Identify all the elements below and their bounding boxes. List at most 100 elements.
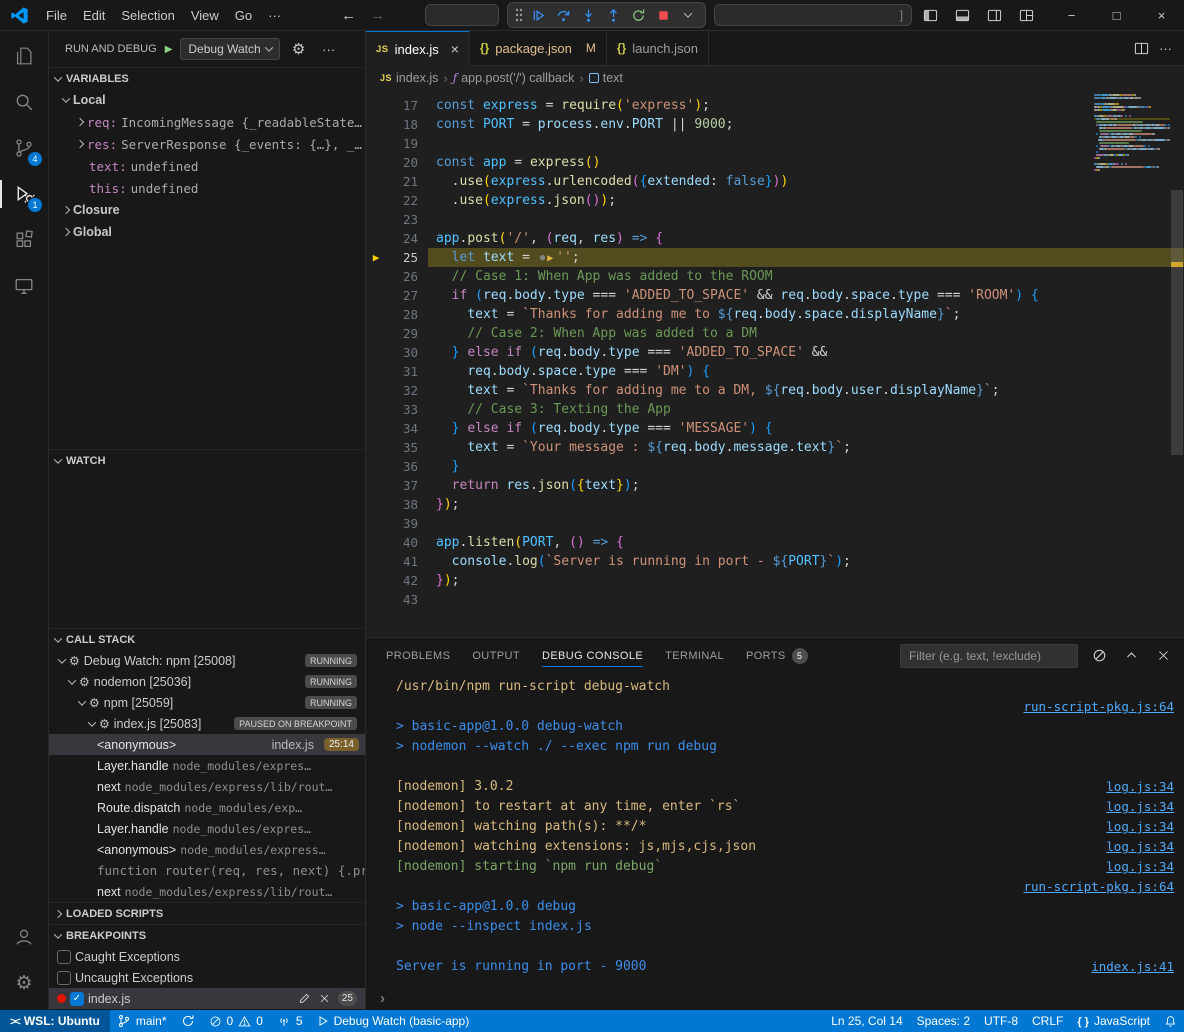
call-stack-frame-row[interactable]: nextnode_modules/express/lib/rout… bbox=[49, 776, 365, 797]
sidebar-item-remote-explorer[interactable] bbox=[0, 263, 48, 309]
statusbar-item-javascript[interactable]: { }JavaScript bbox=[1070, 1010, 1157, 1032]
line-gutter[interactable]: 43 bbox=[366, 590, 428, 609]
line-gutter[interactable]: 26 bbox=[366, 267, 428, 286]
breakpoint-checkbox[interactable]: ✓ bbox=[70, 992, 84, 1006]
scope-row[interactable]: Local bbox=[49, 89, 365, 111]
line-number[interactable]: 33 bbox=[386, 400, 418, 419]
sidebar-item-search[interactable] bbox=[0, 79, 48, 125]
line-number[interactable]: 22 bbox=[386, 191, 418, 210]
statusbar-item-sync[interactable] bbox=[174, 1010, 202, 1032]
statusbar-item-ln-25-col-14[interactable]: Ln 25, Col 14 bbox=[824, 1010, 909, 1032]
line-number[interactable]: 25 bbox=[386, 248, 418, 267]
line-number[interactable]: 35 bbox=[386, 438, 418, 457]
line-gutter[interactable]: 22 bbox=[366, 191, 428, 210]
clear-console-icon[interactable] bbox=[1088, 645, 1110, 667]
line-gutter[interactable]: 41 bbox=[366, 552, 428, 571]
call-stack-session-row[interactable]: ⚙npm [25059]RUNNING bbox=[49, 692, 365, 713]
call-stack-frame-row[interactable]: <anonymous>index.js25:14 bbox=[49, 734, 365, 755]
line-gutter[interactable]: 28 bbox=[366, 305, 428, 324]
current-line-arrow-icon[interactable]: ▶ bbox=[366, 248, 386, 267]
launch-config-dropdown[interactable]: Debug Watch bbox=[180, 38, 279, 60]
minimize-button[interactable]: − bbox=[1049, 0, 1094, 30]
line-number[interactable]: 28 bbox=[386, 305, 418, 324]
debug-settings-gear-icon[interactable]: ⚙ bbox=[288, 38, 310, 60]
line-number[interactable]: 20 bbox=[386, 153, 418, 172]
line-number[interactable]: 39 bbox=[386, 514, 418, 533]
line-gutter[interactable]: 36 bbox=[366, 457, 428, 476]
statusbar-item-debug-watch-basic-app-[interactable]: Debug Watch (basic-app) bbox=[310, 1010, 477, 1032]
line-number[interactable]: 40 bbox=[386, 533, 418, 552]
debug-continue-button[interactable] bbox=[526, 4, 550, 26]
line-gutter[interactable]: 20 bbox=[366, 153, 428, 172]
breakpoint-checkbox[interactable] bbox=[57, 971, 71, 985]
call-stack-frame-row[interactable]: nextnode_modules/express/lib/rout… bbox=[49, 881, 365, 902]
console-source-link[interactable]: log.js:34 bbox=[1106, 797, 1174, 817]
maximize-button[interactable]: □ bbox=[1094, 0, 1139, 30]
console-source-link[interactable]: run-script-pkg.js:64 bbox=[1023, 877, 1174, 897]
line-number[interactable]: 42 bbox=[386, 571, 418, 590]
line-number[interactable]: 34 bbox=[386, 419, 418, 438]
breadcrumb-item[interactable]: text bbox=[589, 71, 623, 85]
line-gutter[interactable]: 38 bbox=[366, 495, 428, 514]
toggle-panel-icon[interactable] bbox=[949, 3, 975, 27]
sidebar-item-explorer[interactable] bbox=[0, 33, 48, 79]
statusbar-item-item[interactable]: 00 bbox=[202, 1010, 270, 1032]
minimap[interactable] bbox=[1094, 94, 1170, 175]
line-gutter[interactable]: ▶25 bbox=[366, 248, 428, 267]
debug-toolbar-chevron-icon[interactable] bbox=[676, 4, 700, 26]
line-gutter[interactable]: 37 bbox=[366, 476, 428, 495]
line-number[interactable]: 18 bbox=[386, 115, 418, 134]
debug-restart-button[interactable] bbox=[626, 4, 650, 26]
menu-item-file[interactable]: File bbox=[38, 5, 75, 26]
line-gutter[interactable]: 32 bbox=[366, 381, 428, 400]
close-tab-icon[interactable]: × bbox=[451, 41, 459, 57]
line-number[interactable]: 19 bbox=[386, 134, 418, 153]
panel-tab-debug-console[interactable]: DEBUG CONSOLE bbox=[542, 638, 643, 673]
breadcrumb-item[interactable]: ƒapp.post('/') callback bbox=[453, 71, 575, 85]
start-debug-icon[interactable]: ▶ bbox=[165, 44, 173, 55]
scope-row[interactable]: Closure bbox=[49, 199, 365, 221]
line-gutter[interactable]: 30 bbox=[366, 343, 428, 362]
variable-row[interactable]: text:undefined bbox=[49, 155, 365, 177]
call-stack-session-row[interactable]: ⚙nodemon [25036]RUNNING bbox=[49, 671, 365, 692]
panel-tab-output[interactable]: OUTPUT bbox=[472, 638, 520, 673]
variables-section-header[interactable]: VARIABLES bbox=[49, 67, 365, 89]
debug-toolbar-grabber-icon[interactable] bbox=[513, 4, 525, 26]
call-stack-frame-row[interactable]: Layer.handlenode_modules/expres… bbox=[49, 818, 365, 839]
customize-layout-icon[interactable] bbox=[1013, 3, 1039, 27]
close-panel-icon[interactable] bbox=[1152, 645, 1174, 667]
line-gutter[interactable]: 33 bbox=[366, 400, 428, 419]
console-source-link[interactable]: log.js:34 bbox=[1106, 837, 1174, 857]
edit-breakpoint-icon[interactable] bbox=[298, 992, 311, 1005]
line-number[interactable]: 29 bbox=[386, 324, 418, 343]
line-number[interactable]: 26 bbox=[386, 267, 418, 286]
menu-item-view[interactable]: View bbox=[183, 5, 227, 26]
breakpoint-checkbox[interactable] bbox=[57, 950, 71, 964]
line-gutter[interactable]: 34 bbox=[366, 419, 428, 438]
call-stack-session-row[interactable]: ⚙index.js [25083]PAUSED ON BREAKPOINT bbox=[49, 713, 365, 734]
line-number[interactable]: 37 bbox=[386, 476, 418, 495]
line-gutter[interactable]: 21 bbox=[366, 172, 428, 191]
forward-button[interactable]: → bbox=[370, 7, 385, 24]
line-number[interactable]: 30 bbox=[386, 343, 418, 362]
code-editor[interactable]: 17const express = require('express');18c… bbox=[366, 90, 1184, 637]
split-editor-icon[interactable] bbox=[1134, 41, 1149, 56]
scope-row[interactable]: Global bbox=[49, 221, 365, 243]
line-number[interactable]: 23 bbox=[386, 210, 418, 229]
call-stack-frame-row[interactable]: <anonymous>node_modules/express… bbox=[49, 839, 365, 860]
call-stack-section-header[interactable]: CALL STACK bbox=[49, 628, 365, 650]
back-button[interactable]: ← bbox=[341, 7, 356, 24]
line-number[interactable]: 43 bbox=[386, 590, 418, 609]
remove-breakpoint-icon[interactable] bbox=[319, 993, 330, 1004]
menu-item-edit[interactable]: Edit bbox=[75, 5, 113, 26]
line-number[interactable]: 32 bbox=[386, 381, 418, 400]
statusbar-item-main-[interactable]: main* bbox=[110, 1010, 174, 1032]
console-source-link[interactable]: log.js:34 bbox=[1106, 777, 1174, 797]
statusbar-item-bell[interactable] bbox=[1157, 1010, 1184, 1032]
panel-tab-ports[interactable]: PORTS5 bbox=[746, 638, 808, 673]
line-number[interactable]: 41 bbox=[386, 552, 418, 571]
menu-item-selection[interactable]: Selection bbox=[113, 5, 182, 26]
debug-views-more-icon[interactable]: ··· bbox=[318, 38, 340, 60]
tab-index.js[interactable]: JSindex.js× bbox=[366, 31, 470, 66]
breakpoint-row[interactable]: ✓index.js25 bbox=[49, 988, 365, 1009]
